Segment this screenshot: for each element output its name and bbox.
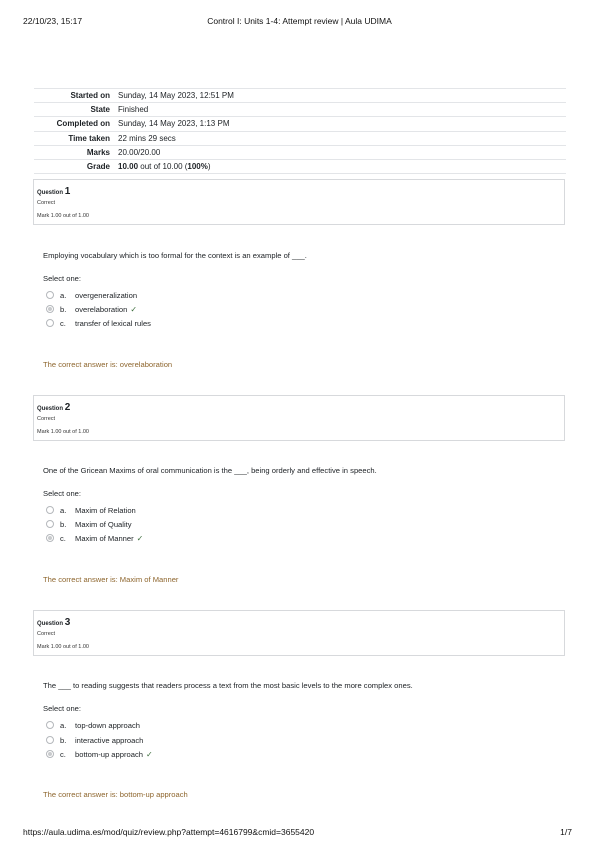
option-letter: c. [60,319,66,328]
answer-option[interactable]: a. top-down approach [46,720,140,732]
radio-icon[interactable] [46,721,54,729]
summary-label: State [34,102,114,117]
summary-row: Marks 20.00/20.00 [34,144,566,160]
answer-option[interactable]: b. overelaboration ✓ [46,304,137,316]
check-icon: ✓ [130,305,138,314]
select-one-label: Select one: [43,489,81,498]
question-number: Question 2 [37,402,70,413]
radio-icon[interactable] [46,736,54,744]
option-text: overgeneralization [75,291,138,300]
question-label: Question [37,621,64,627]
option-text: overelaboration [75,305,128,314]
option-letter: a. [60,506,67,515]
question-number: Question 3 [37,617,70,628]
question-mark: Mark 1.00 out of 1.00 [37,213,89,219]
summary-label: Started on [34,87,114,103]
radio-icon[interactable] [46,319,54,327]
option-text: top-down approach [75,721,141,730]
radio-icon[interactable] [46,291,54,299]
option-letter: c. [60,750,66,759]
print-title: Control I: Units 1-4: Attempt review | A… [207,16,392,26]
grade-close: ) [207,162,211,172]
radio-icon[interactable] [46,534,54,542]
check-icon: ✓ [136,534,144,543]
option-text: Maxim of Manner [75,534,134,543]
correct-answer-feedback: The correct answer is: bottom-up approac… [43,790,188,799]
option-letter: a. [60,721,67,730]
summary-value: Sunday, 14 May 2023, 12:51 PM [114,87,566,103]
summary-row: Started on Sunday, 14 May 2023, 12:51 PM [34,87,566,103]
question-info-box: Question 2 Correct Mark 1.00 out of 1.00 [33,395,565,441]
answer-option[interactable]: c. bottom-up approach ✓ [46,749,153,761]
summary-value: Finished [114,102,566,117]
print-url: https://aula.udima.es/mod/quiz/review.ph… [23,827,315,837]
select-one-label: Select one: [43,704,81,713]
answer-option[interactable]: c. Maxim of Manner ✓ [46,533,143,545]
question-number-value: 3 [64,617,71,628]
summary-value: 22 mins 29 secs [114,130,566,146]
grade-value: 10.00 out of 10.00 (100%) [114,158,566,175]
summary-value: 20.00/20.00 [114,144,566,160]
answer-option[interactable]: b. interactive approach [46,735,143,747]
option-text: Maxim of Relation [75,506,136,515]
summary-value: Sunday, 14 May 2023, 1:13 PM [114,116,566,132]
option-letter: b. [60,305,67,314]
radio-icon[interactable] [46,506,54,514]
question-number: Question 1 [37,186,70,197]
question-state: Correct [37,200,56,206]
answer-option[interactable]: b. Maxim of Quality [46,519,132,531]
answer-option[interactable]: a. overgeneralization [46,290,137,302]
question-text: Employing vocabulary which is too formal… [43,251,307,260]
grade-out-of: out of 10.00 ( [138,162,188,172]
summary-row: Grade 10.00 out of 10.00 (100%) [34,158,566,175]
question-text: One of the Gricean Maxims of oral commun… [43,466,377,475]
option-letter: b. [60,520,67,529]
radio-icon[interactable] [46,520,54,528]
attempt-summary-table: Started on Sunday, 14 May 2023, 12:51 PM… [34,87,566,175]
radio-icon[interactable] [46,305,54,313]
option-text: transfer of lexical rules [75,319,151,328]
correct-answer-feedback: The correct answer is: Maxim of Manner [43,575,179,584]
grade-score: 10.00 [118,162,139,172]
answer-option[interactable]: c. transfer of lexical rules [46,318,151,330]
question-text: The ___ to reading suggests that readers… [43,681,413,690]
summary-label: Time taken [34,130,114,146]
summary-label: Marks [34,144,114,160]
summary-row: Completed on Sunday, 14 May 2023, 1:13 P… [34,116,566,132]
option-text: Maxim of Quality [75,520,132,529]
check-icon: ✓ [145,750,153,759]
question-info-box: Question 1 Correct Mark 1.00 out of 1.00 [33,179,565,225]
question-label: Question [37,406,64,412]
summary-row: State Finished [34,102,566,117]
option-text: bottom-up approach [75,750,143,759]
option-letter: c. [60,534,66,543]
page-number: 1/7 [560,827,572,837]
question-state: Correct [37,631,56,637]
question-number-value: 1 [64,186,71,197]
question-mark: Mark 1.00 out of 1.00 [37,644,89,650]
question-mark: Mark 1.00 out of 1.00 [37,429,89,435]
summary-label: Completed on [34,116,114,132]
option-text: interactive approach [75,736,144,745]
question-number-value: 2 [64,402,71,413]
question-label: Question [37,190,64,196]
question-state: Correct [37,416,56,422]
correct-answer-feedback: The correct answer is: overelaboration [43,360,173,369]
radio-icon[interactable] [46,750,54,758]
option-letter: a. [60,291,67,300]
summary-label: Grade [34,158,114,175]
summary-row: Time taken 22 mins 29 secs [34,130,566,146]
select-one-label: Select one: [43,274,81,283]
question-info-box: Question 3 Correct Mark 1.00 out of 1.00 [33,610,565,656]
option-letter: b. [60,736,67,745]
answer-option[interactable]: a. Maxim of Relation [46,505,136,517]
grade-percent: 100% [187,162,208,172]
